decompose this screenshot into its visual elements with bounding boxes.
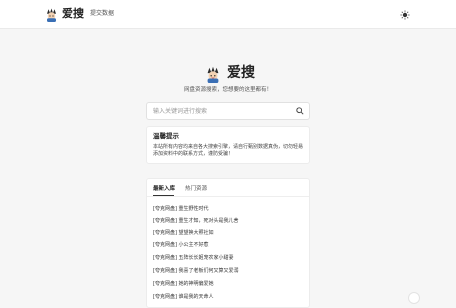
list-item[interactable]: [夸克网盘] 她的神明偏爱她	[153, 281, 214, 288]
list-item[interactable]: [夸克网盘] 重生才知，死对头是我儿舍	[153, 218, 239, 225]
list-item[interactable]: [夸克网盘] 我喜了老板们何又算又爱溺	[153, 268, 239, 275]
nav-submit-data-link[interactable]: 提交数据	[90, 9, 114, 19]
search-icon[interactable]	[296, 107, 304, 115]
brand-name[interactable]: 爱搜	[62, 6, 84, 22]
list-item[interactable]: [夸克网盘] 重生野性时代	[153, 206, 209, 213]
top-header: 爱搜 提交数据	[0, 0, 456, 29]
tab-hot[interactable]: 热门资源	[185, 185, 207, 193]
hero-logo-icon	[207, 66, 219, 83]
search-box	[146, 102, 310, 120]
search-input[interactable]	[153, 106, 288, 117]
tabs-divider	[147, 196, 309, 197]
back-to-top-button[interactable]	[408, 292, 420, 304]
notice-title: 温馨提示	[153, 132, 179, 140]
logo-icon[interactable]	[44, 7, 59, 22]
list-item[interactable]: [夸克网盘] 小公主不好惹	[153, 242, 209, 249]
tab-latest[interactable]: 最新入库	[153, 185, 175, 193]
list-item[interactable]: [夸克网盘] 五阵长长姬宠农家小甜妻	[153, 255, 234, 262]
notice-body: 本站所有内容均来自各大搜索引擎，请自行甄别数据真伪，切勿轻易添加资料中的联系方式…	[153, 144, 304, 157]
list-item[interactable]: [夸克网盘] 望望换大照社如	[153, 230, 214, 237]
hero-title: 爱搜	[227, 65, 255, 81]
theme-toggle-icon[interactable]	[400, 10, 410, 20]
notice-card: 温馨提示 本站所有内容均来自各大搜索引擎，请自行甄别数据真伪，切勿轻易添加资料中…	[146, 126, 310, 164]
resource-list-card: 最新入库 热门资源 [夸克网盘] 重生野性时代 [夸克网盘] 重生才知，死对头是…	[146, 178, 310, 308]
hero-subtitle: 网盘资源搜索，您想要的这里都有！	[183, 87, 272, 93]
